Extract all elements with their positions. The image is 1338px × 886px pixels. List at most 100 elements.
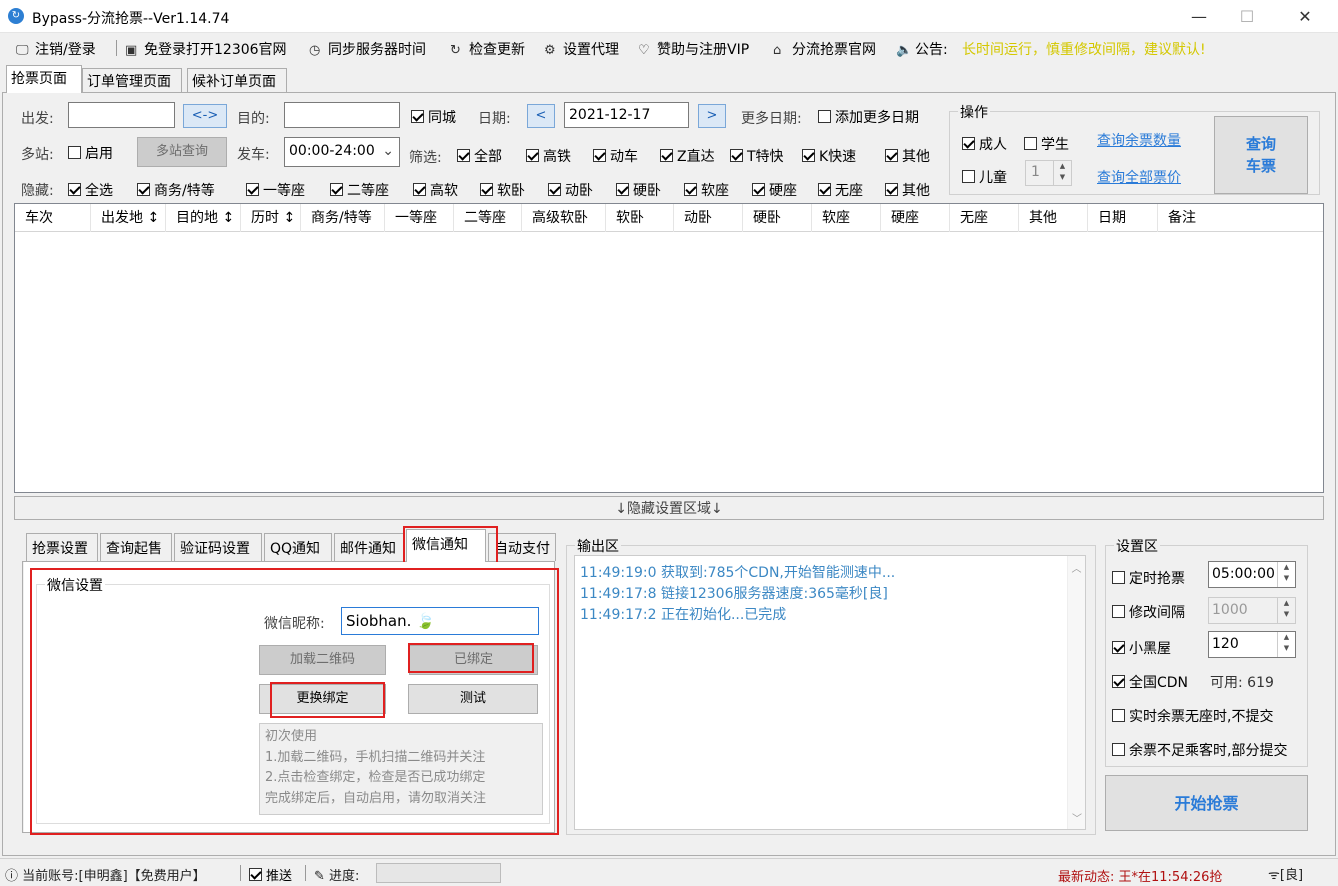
depart-time-select[interactable]: 00:00-24:00 ⌄ <box>284 137 400 167</box>
hide-settings-toggle[interactable]: ↓隐藏设置区域↓ <box>14 496 1324 520</box>
col-hard-seat[interactable]: 硬座 <box>881 204 950 232</box>
scroll-up-icon: ︿ <box>1071 564 1082 575</box>
menu-proxy[interactable]: ⚙ 设置代理 <box>544 39 619 59</box>
tab-captcha[interactable]: 验证码设置 <box>174 533 262 561</box>
hide-business-checkbox[interactable]: 商务/特等 <box>137 180 215 200</box>
filter-all-checkbox[interactable]: 全部 <box>457 146 502 166</box>
monitor-icon: 🖵 <box>16 43 29 58</box>
col-note[interactable]: 备注 <box>1158 204 1323 232</box>
from-input[interactable] <box>68 102 175 128</box>
start-grab-button[interactable]: 开始抢票 <box>1105 775 1308 831</box>
swap-button[interactable]: <-> <box>183 104 227 128</box>
col-business[interactable]: 商务/特等 <box>301 204 385 232</box>
output-line: 11:49:17:2 正在初始化...已完成 <box>580 607 787 623</box>
speaker-icon: 🔈 <box>896 43 913 58</box>
push-checkbox[interactable]: 推送 <box>249 865 292 884</box>
no-seat-checkbox[interactable]: 实时余票无座时,不提交 <box>1112 706 1273 726</box>
status-separator <box>305 865 306 881</box>
multi-station-enable-checkbox[interactable]: 启用 <box>68 143 113 163</box>
hide-other-checkbox[interactable]: 其他 <box>885 180 930 200</box>
filter-t-checkbox[interactable]: T特快 <box>730 146 784 166</box>
hide-ruanwo-checkbox[interactable]: 软卧 <box>480 180 525 200</box>
interval-checkbox[interactable]: 修改间隔 <box>1112 602 1185 622</box>
menu-notice[interactable]: 🔈 公告: <box>896 39 948 59</box>
same-city-checkbox[interactable]: 同城 <box>411 107 456 127</box>
tab-email-notify[interactable]: 邮件通知 <box>334 533 404 561</box>
close-button[interactable]: ✕ <box>1282 0 1328 33</box>
child-count-stepper[interactable]: 1 ▲ ▼ <box>1025 160 1072 186</box>
col-to[interactable]: 目的地 ↕ <box>166 204 241 232</box>
output-scrollbar[interactable]: ︿ ﹀ <box>1067 556 1085 829</box>
next-date-button[interactable]: > <box>698 104 726 128</box>
hide-first-class-checkbox[interactable]: 一等座 <box>246 180 305 200</box>
hide-dongwo-checkbox[interactable]: 动卧 <box>548 180 593 200</box>
filter-k-checkbox[interactable]: K快速 <box>802 146 856 166</box>
to-input[interactable] <box>284 102 400 128</box>
minimize-button[interactable]: — <box>1176 0 1222 33</box>
tab-waitlist[interactable]: 候补订单页面 <box>187 68 287 92</box>
col-soft-seat[interactable]: 软座 <box>812 204 881 232</box>
col-emu-sleeper[interactable]: 动卧 <box>674 204 743 232</box>
operation-group-title: 操作 <box>958 102 990 122</box>
tab-qq-notify[interactable]: QQ通知 <box>264 533 332 561</box>
tab-auto-pay[interactable]: 自动支付 <box>488 533 556 561</box>
tab-grab[interactable]: 抢票页面 <box>6 65 82 93</box>
menu-website[interactable]: ⌂ 分流抢票官网 <box>773 39 876 59</box>
date-input[interactable] <box>564 102 689 128</box>
wifi-icon: ᯤ <box>1268 868 1280 883</box>
col-other[interactable]: 其他 <box>1019 204 1088 232</box>
student-checkbox[interactable]: 学生 <box>1024 134 1069 154</box>
col-train[interactable]: 车次 <box>15 204 91 232</box>
multi-station-query-button[interactable]: 多站查询 <box>137 137 227 167</box>
menu-login[interactable]: 🖵 注销/登录 <box>16 39 96 59</box>
query-tickets-button[interactable]: 查询 车票 <box>1214 116 1308 194</box>
child-checkbox[interactable]: 儿童 <box>962 167 1007 187</box>
tab-grab-settings[interactable]: 抢票设置 <box>26 533 98 561</box>
col-hard-sleeper[interactable]: 硬卧 <box>743 204 812 232</box>
heart-icon: ♡ <box>638 43 650 58</box>
hide-wuzuo-checkbox[interactable]: 无座 <box>818 180 863 200</box>
blackroom-checkbox[interactable]: 小黑屋 <box>1112 638 1171 658</box>
filter-label: 筛选: <box>409 150 442 166</box>
maximize-button[interactable]: ☐ <box>1224 0 1270 33</box>
tab-query-sale[interactable]: 查询起售 <box>100 533 172 561</box>
blackroom-input[interactable]: 120 ▲ ▼ <box>1208 631 1296 658</box>
hide-second-class-checkbox[interactable]: 二等座 <box>330 180 389 200</box>
adult-checkbox[interactable]: 成人 <box>962 134 1007 154</box>
menu-check-update[interactable]: ↻ 检查更新 <box>450 39 525 59</box>
col-from[interactable]: 出发地 ↕ <box>91 204 166 232</box>
query-remaining-link[interactable]: 查询余票数量 <box>1097 130 1181 150</box>
hide-all-checkbox[interactable]: 全选 <box>68 180 113 200</box>
menu-sync-time[interactable]: ◷ 同步服务器时间 <box>309 39 426 59</box>
add-more-dates-checkbox[interactable]: 添加更多日期 <box>818 107 919 127</box>
national-cdn-checkbox[interactable]: 全国CDN <box>1112 672 1188 692</box>
hide-ruanzuo-checkbox[interactable]: 软座 <box>684 180 729 200</box>
menu-sponsor[interactable]: ♡ 赞助与注册VIP <box>638 39 749 59</box>
from-label: 出发: <box>21 111 54 127</box>
col-premium-sleeper[interactable]: 高级软卧 <box>522 204 606 232</box>
col-first[interactable]: 一等座 <box>385 204 454 232</box>
menu-open-12306[interactable]: ▣ 免登录打开12306官网 <box>125 39 287 59</box>
interval-input[interactable]: 1000 ▲ ▼ <box>1208 597 1296 624</box>
timed-grab-time-input[interactable]: 05:00:00 ▲ ▼ <box>1208 561 1296 588</box>
col-duration[interactable]: 历时 ↕ <box>241 204 301 232</box>
timed-grab-checkbox[interactable]: 定时抢票 <box>1112 568 1185 588</box>
hide-gaoruan-checkbox[interactable]: 高软 <box>413 180 458 200</box>
filter-gaotie-checkbox[interactable]: 高铁 <box>526 146 571 166</box>
prev-date-button[interactable]: < <box>527 104 555 128</box>
tab-orders[interactable]: 订单管理页面 <box>82 68 182 92</box>
col-second[interactable]: 二等座 <box>454 204 522 232</box>
train-grid[interactable]: 车次 出发地 ↕ 目的地 ↕ 历时 ↕ 商务/特等 一等座 二等座 高级软卧 软… <box>14 203 1324 493</box>
hide-yingwo-checkbox[interactable]: 硬卧 <box>616 180 661 200</box>
filter-other-checkbox[interactable]: 其他 <box>885 146 930 166</box>
filter-dongche-checkbox[interactable]: 动车 <box>593 146 638 166</box>
col-date[interactable]: 日期 <box>1088 204 1158 232</box>
partial-submit-checkbox[interactable]: 余票不足乘客时,部分提交 <box>1112 740 1287 760</box>
col-soft-sleeper[interactable]: 软卧 <box>606 204 674 232</box>
filter-z-checkbox[interactable]: Z直达 <box>660 146 715 166</box>
hide-yingzuo-checkbox[interactable]: 硬座 <box>752 180 797 200</box>
col-no-seat[interactable]: 无座 <box>950 204 1019 232</box>
scroll-down-icon: ﹀ <box>1072 814 1082 825</box>
query-prices-link[interactable]: 查询全部票价 <box>1097 167 1181 187</box>
window-title: Bypass-分流抢票--Ver1.14.74 <box>32 11 230 27</box>
